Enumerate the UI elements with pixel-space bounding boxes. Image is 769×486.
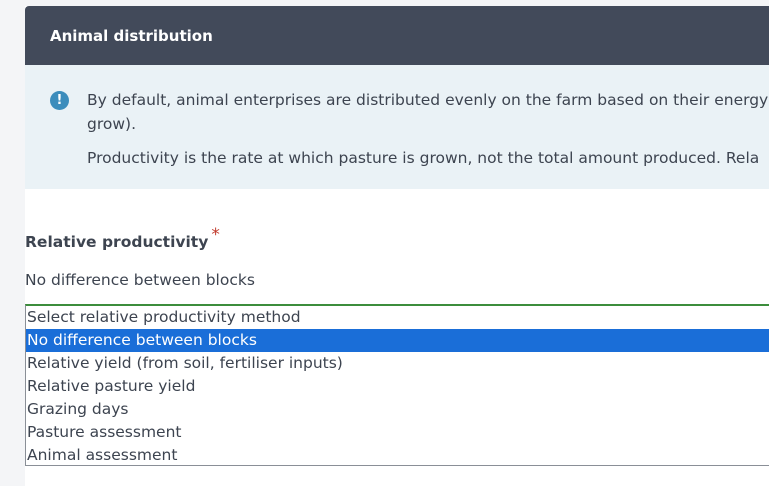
info-text-line-1: By default, animal enterprises are distr…: [87, 91, 769, 109]
info-text-productivity: Productivity is the rate at which pastur…: [87, 149, 760, 167]
required-asterisk: *: [211, 225, 220, 245]
exclamation-info-icon: !: [50, 91, 69, 110]
option-pasture-assessment[interactable]: Pasture assessment: [26, 421, 769, 444]
option-select-method[interactable]: Select relative productivity method: [26, 306, 769, 329]
field-label-text: Relative productivity: [25, 233, 209, 251]
relative-productivity-dropdown-list[interactable]: Select relative productivity method No d…: [25, 304, 769, 466]
card-title: Animal distribution: [50, 26, 213, 45]
info-box: ! By default, animal enterprises are dis…: [25, 65, 769, 189]
option-grazing-days[interactable]: Grazing days: [26, 398, 769, 421]
relative-productivity-label: Relative productivity *: [25, 225, 220, 252]
info-text-line-2: grow).: [87, 115, 137, 133]
option-relative-yield[interactable]: Relative yield (from soil, fertiliser in…: [26, 352, 769, 375]
card-header: Animal distribution: [25, 6, 769, 65]
option-animal-assessment[interactable]: Animal assessment: [26, 444, 769, 467]
option-relative-pasture-yield[interactable]: Relative pasture yield: [26, 375, 769, 398]
relative-productivity-current-value: No difference between blocks: [25, 271, 255, 289]
option-no-difference[interactable]: No difference between blocks: [26, 329, 769, 352]
